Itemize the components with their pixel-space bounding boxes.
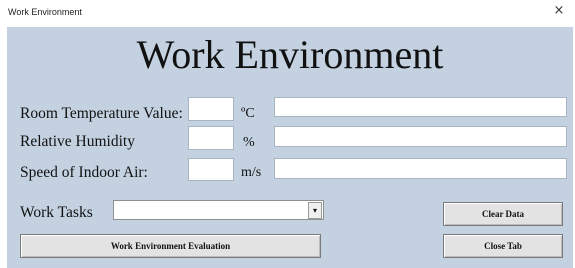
temperature-input[interactable] bbox=[188, 97, 234, 121]
work-tasks-label: Work Tasks bbox=[20, 204, 93, 221]
temperature-result[interactable] bbox=[274, 97, 567, 117]
chevron-down-icon[interactable]: ▾ bbox=[308, 202, 322, 219]
temperature-label: Room Temperature Value: bbox=[20, 105, 183, 122]
clear-data-button[interactable]: Clear Data bbox=[443, 202, 563, 226]
humidity-input[interactable] bbox=[188, 126, 234, 150]
title-bar: Work Environment × bbox=[0, 0, 575, 27]
close-icon[interactable]: × bbox=[551, 3, 567, 19]
evaluate-button[interactable]: Work Environment Evaluation bbox=[20, 234, 321, 258]
air-speed-input[interactable] bbox=[188, 158, 234, 181]
air-speed-label: Speed of Indoor Air: bbox=[20, 164, 148, 181]
close-tab-button[interactable]: Close Tab bbox=[443, 234, 563, 258]
work-tasks-dropdown[interactable]: ▾ bbox=[113, 200, 324, 220]
window-title: Work Environment bbox=[8, 7, 82, 17]
humidity-result[interactable] bbox=[274, 126, 567, 147]
air-speed-result[interactable] bbox=[274, 158, 567, 179]
humidity-label: Relative Humidity bbox=[20, 133, 135, 150]
form-area: Work Environment Room Temperature Value:… bbox=[7, 27, 573, 268]
humidity-unit: % bbox=[243, 135, 255, 150]
temperature-unit: ºC bbox=[241, 106, 255, 121]
air-speed-unit: m/s bbox=[241, 165, 262, 180]
page-title: Work Environment bbox=[136, 32, 444, 77]
